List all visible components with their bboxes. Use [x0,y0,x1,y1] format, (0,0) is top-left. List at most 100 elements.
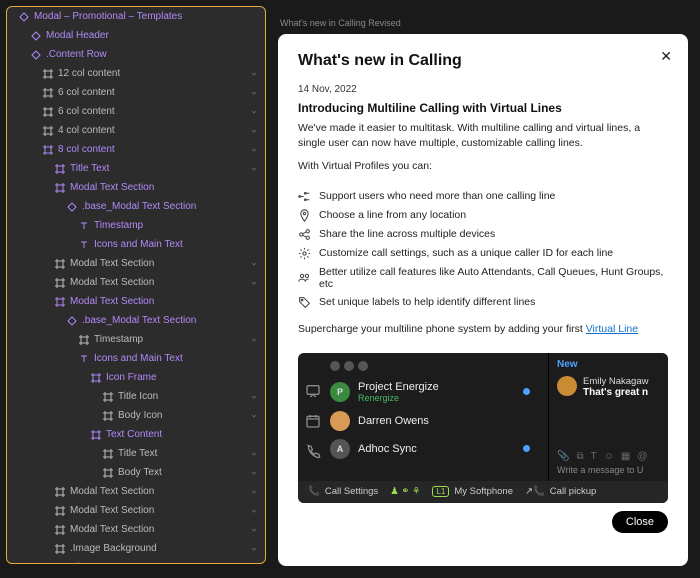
frame-icon [43,563,53,565]
feature-text: Choose a line from any location [319,209,466,221]
layer-row[interactable]: 6 col content [7,102,265,121]
component-icon [31,50,41,60]
layer-row[interactable]: Title Icon [7,387,265,406]
chevron-down-icon[interactable] [249,335,259,345]
avatar: P [330,382,350,402]
layer-row[interactable]: 4 col content [7,121,265,140]
layer-row[interactable]: Modal Text Section [7,520,265,539]
chevron-down-icon[interactable] [249,449,259,459]
compose-area[interactable]: 📎 ⧉ T ☺ ▦ @ Write a message to U [557,451,662,475]
frame-icon [43,126,53,136]
frame-icon [43,107,53,117]
close-button[interactable]: Close [612,511,668,533]
screenshot-icon[interactable]: ⧉ [576,451,583,462]
frame-icon [79,335,89,345]
layer-row[interactable]: Icons and Main Text [7,349,265,368]
layer-row[interactable]: Modal Text Section [7,178,265,197]
modal-date: 14 Nov, 2022 [298,84,668,95]
chevron-down-icon[interactable] [249,107,259,117]
preview-list-item[interactable]: Darren Owens [328,407,548,435]
chevron-down-icon[interactable] [249,278,259,288]
chevron-down-icon[interactable] [249,544,259,554]
layer-row[interactable]: Body Icon [7,406,265,425]
modal-intro: We've made it easier to multitask. With … [298,121,668,151]
canvas-area: What's new in Calling Revised ✕ What's n… [266,0,700,578]
layer-row[interactable]: Modal Text Section [7,273,265,292]
chevron-down-icon[interactable] [249,525,259,535]
chevron-down-icon[interactable] [249,164,259,174]
chevron-down-icon[interactable] [249,88,259,98]
item-title: Adhoc Sync [358,443,417,455]
layer-label: 4 col content [58,125,249,136]
layer-label: 4 col content [58,562,249,564]
layer-label: Modal Text Section [70,182,259,193]
feature-item: Customize call settings, such as a uniqu… [298,244,668,263]
mention-icon[interactable]: @ [637,451,647,462]
emoji-icon[interactable]: ☺ [604,451,614,462]
format-icon[interactable]: T [591,451,597,462]
chevron-down-icon[interactable] [249,259,259,269]
chevron-down-icon[interactable] [249,563,259,565]
layer-row[interactable]: 8 col content [7,140,265,159]
share-icon [298,228,311,241]
layer-row[interactable]: Timestamp [7,330,265,349]
chevron-down-icon[interactable] [249,126,259,136]
chevron-down-icon[interactable] [249,506,259,516]
compose-placeholder: Write a message to U [557,465,662,475]
breadcrumb: What's new in Calling Revised [280,18,688,28]
queue-icons[interactable]: ♟ ⚭ ⚘ [390,486,420,497]
text-icon [79,354,89,364]
modal-title: What's new in Calling [298,52,668,70]
preview-list-item[interactable]: AAdhoc Sync [328,435,548,463]
layer-label: Modal Text Section [70,505,249,516]
layer-row[interactable]: Modal Text Section [7,254,265,273]
feature-text: Share the line across multiple devices [319,228,495,240]
layer-row[interactable]: Timestamp [7,216,265,235]
layer-row[interactable]: Modal – Promotional – Templates [7,7,265,26]
call-settings-button[interactable]: 📞 Call Settings [308,486,378,497]
attach-icon[interactable]: 📎 [557,451,569,462]
layers-panel[interactable]: Modal – Promotional – TemplatesModal Hea… [6,6,266,564]
component-icon [67,202,77,212]
layer-row[interactable]: Icon Frame [7,368,265,387]
layer-row[interactable]: Modal Text Section [7,501,265,520]
layer-label: Title Icon [118,391,249,402]
chevron-down-icon[interactable] [249,69,259,79]
softphone-button[interactable]: L1 My Softphone [432,486,513,497]
call-pickup-button[interactable]: ↗📞 Call pickup [525,486,596,497]
feature-item: Set unique labels to help identify diffe… [298,293,668,312]
layer-row[interactable]: Body Text [7,463,265,482]
chevron-down-icon[interactable] [249,487,259,497]
feature-item: Better utilize call features like Auto A… [298,263,668,293]
layer-row[interactable]: Title Text [7,159,265,178]
layer-row[interactable]: Text Content [7,425,265,444]
layer-row[interactable]: 4 col content [7,558,265,564]
gif-icon[interactable]: ▦ [621,451,630,462]
status-dot [523,445,530,452]
frame-icon [91,430,101,440]
feature-item: Choose a line from any location [298,206,668,225]
layer-row[interactable]: 6 col content [7,83,265,102]
preview-list-item[interactable]: P Project EnergizeRenergize [328,377,548,407]
chevron-down-icon[interactable] [249,145,259,155]
layer-label: Text Content [106,429,259,440]
layer-row[interactable]: Modal Header [7,26,265,45]
chevron-down-icon[interactable] [249,392,259,402]
layer-row[interactable]: Modal Text Section [7,292,265,311]
close-icon[interactable]: ✕ [660,48,672,65]
item-title: Project Energize [358,381,439,393]
component-icon [67,316,77,326]
virtual-line-link[interactable]: Virtual Line [586,323,638,335]
layer-row[interactable]: .base_Modal Text Section [7,197,265,216]
layer-row[interactable]: Icons and Main Text [7,235,265,254]
layer-row[interactable]: Title Text [7,444,265,463]
layer-row[interactable]: Modal Text Section [7,482,265,501]
layer-row[interactable]: .base_Modal Text Section [7,311,265,330]
avatar [330,411,350,431]
chevron-down-icon[interactable] [249,411,259,421]
layer-row[interactable]: 12 col content [7,64,265,83]
chevron-down-icon[interactable] [249,468,259,478]
item-subtitle: Renergize [358,393,439,403]
layer-row[interactable]: .Image Background [7,539,265,558]
layer-row[interactable]: .Content Row [7,45,265,64]
